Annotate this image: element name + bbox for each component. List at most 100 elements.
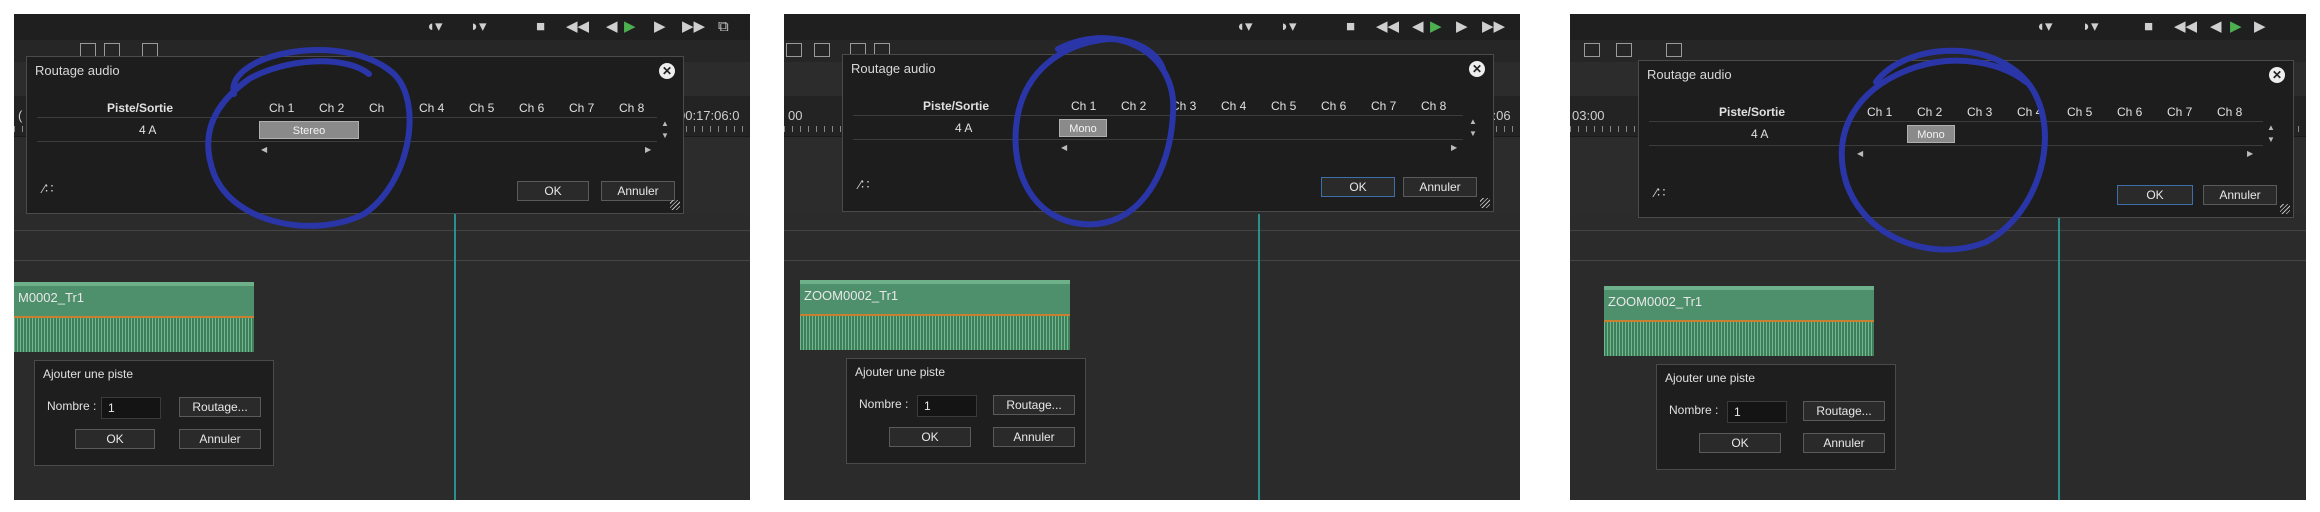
settings-wand-icon[interactable]: ⁄∷	[1655, 185, 1665, 201]
cancel-button[interactable]: Annuler	[601, 181, 675, 201]
scroll-left-icon[interactable]: ◀	[261, 145, 267, 154]
channel-header: Ch 3	[1171, 99, 1197, 113]
track-divider	[1570, 260, 2306, 261]
channel-header: Ch 5	[1271, 99, 1297, 113]
transport-toolbar: ◖▾ ◗▾ ■ ◀◀ ◀ ▶ ▶	[1570, 14, 2306, 40]
tool-icon[interactable]	[1616, 43, 1632, 57]
fast-forward-icon[interactable]: ▶▶	[1482, 19, 1505, 35]
cancel-button[interactable]: Annuler	[1403, 177, 1477, 197]
routed-chip[interactable]: Stereo	[259, 121, 359, 139]
routage-button[interactable]: Routage...	[993, 395, 1075, 415]
step-forward-icon[interactable]: ▶	[1456, 19, 1468, 35]
scroll-left-icon[interactable]: ◀	[1857, 149, 1863, 158]
ok-button[interactable]: OK	[517, 181, 589, 201]
resize-grip[interactable]	[1480, 198, 1490, 208]
cancel-button[interactable]: Annuler	[1803, 433, 1885, 453]
tool-icon[interactable]	[1584, 43, 1600, 57]
ok-button[interactable]: OK	[2117, 185, 2193, 205]
dialog-title: Routage audio	[851, 61, 936, 76]
tool-icon[interactable]	[1666, 43, 1682, 57]
mark-in-icon[interactable]: ◖▾	[1236, 19, 1253, 35]
audio-clip[interactable]: M0002_Tr1	[14, 282, 254, 352]
ok-button[interactable]: OK	[889, 427, 971, 447]
mark-in-icon[interactable]: ◖▾	[426, 19, 443, 35]
mark-in-icon[interactable]: ◖▾	[2036, 19, 2053, 35]
mark-out-icon[interactable]: ◗▾	[1280, 19, 1297, 35]
play-icon[interactable]: ▶	[2230, 19, 2242, 35]
close-icon[interactable]: ✕	[659, 63, 675, 79]
close-icon[interactable]: ✕	[1469, 61, 1485, 77]
rewind-icon[interactable]: ◀◀	[566, 19, 589, 35]
channel-header: Ch 4	[1221, 99, 1247, 113]
row-separator	[1649, 145, 2263, 146]
stop-icon[interactable]: ■	[2144, 19, 2153, 35]
resize-grip[interactable]	[2280, 204, 2290, 214]
rewind-icon[interactable]: ◀◀	[2174, 19, 2197, 35]
scroll-up-icon[interactable]: ▲	[2267, 123, 2275, 132]
channel-header: Ch	[369, 101, 385, 115]
step-forward-icon[interactable]: ▶	[654, 19, 666, 35]
rewind-icon[interactable]: ◀◀	[1376, 19, 1399, 35]
channel-header: Ch 6	[1321, 99, 1347, 113]
tool-icon[interactable]	[814, 43, 830, 57]
play-reverse-icon[interactable]: ◀	[1412, 19, 1424, 35]
tool-icon[interactable]	[80, 43, 96, 57]
track-divider	[784, 230, 1520, 231]
play-reverse-icon[interactable]: ◀	[2210, 19, 2222, 35]
scroll-down-icon[interactable]: ▼	[1469, 129, 1477, 138]
play-reverse-icon[interactable]: ◀	[606, 19, 618, 35]
scroll-down-icon[interactable]: ▼	[2267, 135, 2275, 144]
timecode-left: (	[18, 108, 23, 123]
scroll-up-icon[interactable]: ▲	[661, 119, 669, 128]
routed-chip[interactable]: Mono	[1907, 125, 1955, 143]
audio-clip[interactable]: ZOOM0002_Tr1	[1604, 286, 1874, 356]
channel-header: Ch 4	[419, 101, 445, 115]
ok-button[interactable]: OK	[1699, 433, 1781, 453]
scroll-right-icon[interactable]: ▶	[645, 145, 651, 154]
channel-header: Ch 5	[2067, 105, 2093, 119]
scroll-down-icon[interactable]: ▼	[661, 131, 669, 140]
audio-clip[interactable]: ZOOM0002_Tr1	[800, 280, 1070, 350]
scroll-right-icon[interactable]: ▶	[1451, 143, 1457, 152]
scroll-right-icon[interactable]: ▶	[2247, 149, 2253, 158]
routed-chip[interactable]: Mono	[1059, 119, 1107, 137]
scroll-left-icon[interactable]: ◀	[1061, 143, 1067, 152]
mark-out-icon[interactable]: ◗▾	[2082, 19, 2099, 35]
step-forward-icon[interactable]: ▶	[2254, 19, 2266, 35]
stop-icon[interactable]: ■	[536, 19, 545, 35]
settings-wand-icon[interactable]: ⁄∷	[43, 181, 53, 197]
routage-button[interactable]: Routage...	[179, 397, 261, 417]
mark-out-icon[interactable]: ◗▾	[470, 19, 487, 35]
channel-header: Ch 6	[2117, 105, 2143, 119]
scroll-up-icon[interactable]: ▲	[1469, 117, 1477, 126]
stop-icon[interactable]: ■	[1346, 19, 1355, 35]
routage-audio-dialog: Routage audio ✕ Piste/Sortie Ch 1 Ch 2 C…	[1638, 60, 2294, 218]
cancel-button[interactable]: Annuler	[2203, 185, 2277, 205]
routage-button[interactable]: Routage...	[1803, 401, 1885, 421]
timecode-left: 00	[788, 108, 803, 123]
ok-button[interactable]: OK	[75, 429, 155, 449]
tool-icon[interactable]	[142, 43, 158, 57]
nombre-input[interactable]: 1	[917, 395, 977, 417]
channel-header: Ch 4	[2017, 105, 2043, 119]
tool-icon[interactable]	[786, 43, 802, 57]
playhead[interactable]	[1258, 214, 1260, 500]
settings-wand-icon[interactable]: ⁄∷	[859, 177, 869, 193]
nombre-input[interactable]: 1	[101, 397, 161, 419]
cancel-button[interactable]: Annuler	[179, 429, 261, 449]
clip-waveform	[1604, 322, 1874, 356]
export-icon[interactable]: ⧉	[718, 19, 729, 35]
ok-button[interactable]: OK	[1321, 177, 1395, 197]
playhead[interactable]	[2058, 214, 2060, 500]
close-icon[interactable]: ✕	[2269, 67, 2285, 83]
tool-icon[interactable]	[104, 43, 120, 57]
nombre-input[interactable]: 1	[1727, 401, 1787, 423]
ajouter-piste-dialog: Ajouter une piste Nombre : 1 Routage... …	[1656, 364, 1896, 470]
play-icon[interactable]: ▶	[624, 19, 636, 35]
playhead[interactable]	[454, 214, 456, 500]
play-icon[interactable]: ▶	[1430, 19, 1442, 35]
cancel-button[interactable]: Annuler	[993, 427, 1075, 447]
resize-grip[interactable]	[670, 200, 680, 210]
header-separator	[37, 117, 657, 118]
fast-forward-icon[interactable]: ▶▶	[682, 19, 705, 35]
